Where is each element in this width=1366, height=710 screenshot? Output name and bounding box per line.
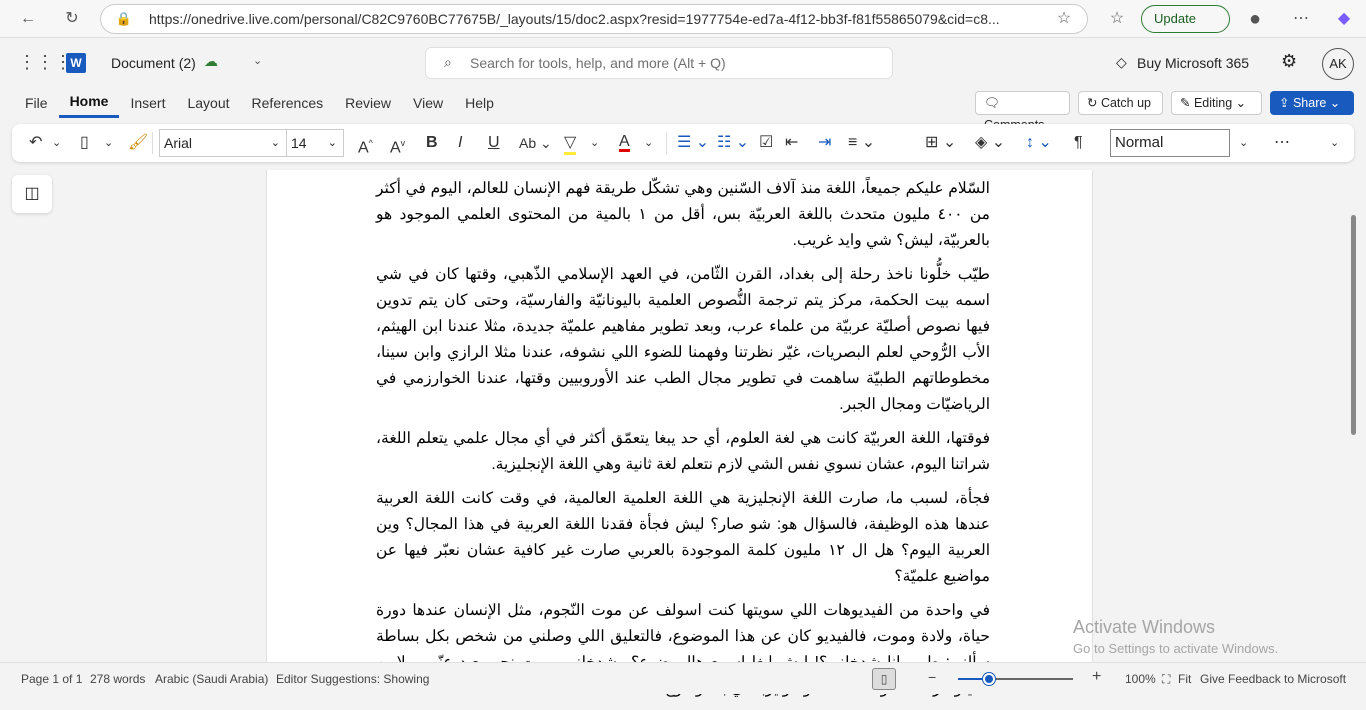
- font-size-select[interactable]: 14 ⌄: [286, 129, 344, 157]
- fit-button[interactable]: Fit: [1178, 672, 1191, 686]
- zoom-level[interactable]: 100%: [1125, 672, 1156, 686]
- panel-icon: ◫: [24, 185, 40, 202]
- lock-icon[interactable]: 🔒: [113, 8, 135, 30]
- tab-home[interactable]: Home: [58, 88, 120, 118]
- paste-clipboard-icon[interactable]: ▯: [80, 134, 89, 152]
- style-value: Normal: [1115, 134, 1164, 151]
- numbering-icon[interactable]: ☷ ⌄: [717, 134, 749, 152]
- document-title[interactable]: Document (2): [111, 55, 196, 71]
- decrease-font-size-icon[interactable]: Av: [390, 134, 405, 157]
- font-color-icon[interactable]: A: [619, 134, 630, 152]
- zoom-in-button[interactable]: +: [1092, 668, 1101, 686]
- share-label: Share: [1292, 96, 1327, 110]
- zoom-out-button[interactable]: −: [928, 669, 936, 685]
- copilot-icon[interactable]: ◆: [1333, 8, 1355, 30]
- tab-insert[interactable]: Insert: [119, 88, 176, 118]
- more-icon[interactable]: ⋯: [1290, 8, 1312, 30]
- buy-microsoft-365-link[interactable]: Buy Microsoft 365: [1137, 55, 1249, 71]
- expand-ribbon-icon[interactable]: ⌄: [1330, 134, 1339, 152]
- word-count[interactable]: 278 words: [90, 672, 145, 686]
- tab-layout[interactable]: Layout: [176, 88, 240, 118]
- paragraph[interactable]: فوقتها، اللغة العربيّة كانت هي لغة العلو…: [376, 426, 990, 478]
- document-body[interactable]: السّلام عليكم جميعاً، اللغة منذ آلاف الس…: [376, 176, 990, 710]
- editor-suggestions[interactable]: Editor Suggestions: Showing: [276, 672, 429, 686]
- undo-icon[interactable]: ↶: [29, 134, 42, 152]
- menu-tabs: File Home Insert Layout References Revie…: [14, 88, 505, 118]
- tab-help[interactable]: Help: [454, 88, 505, 118]
- catch-up-button[interactable]: ↻ Catch up: [1078, 91, 1163, 115]
- search-icon: ⌕: [444, 54, 452, 70]
- increase-indent-icon[interactable]: ⇥: [818, 134, 831, 152]
- editing-label: Editing: [1193, 96, 1233, 110]
- decrease-indent-icon[interactable]: ⇤: [785, 134, 798, 152]
- saved-cloud-icon: ☁: [204, 53, 218, 69]
- tab-view[interactable]: View: [402, 88, 454, 118]
- chevron-down-icon[interactable]: ⌄: [253, 54, 262, 67]
- more-options-icon[interactable]: ⋯: [1274, 134, 1290, 152]
- update-button[interactable]: Update: [1141, 5, 1230, 33]
- catch-up-label: Catch up: [1100, 96, 1151, 110]
- app-launcher-icon[interactable]: ⋮⋮⋮: [18, 52, 72, 73]
- search-input[interactable]: Search for tools, help, and more (Alt + …: [425, 47, 893, 79]
- underline-icon[interactable]: U: [488, 134, 500, 152]
- document-page[interactable]: السّلام عليكم جميعاً، اللغة منذ آلاف الس…: [266, 170, 1093, 697]
- home-ribbon: ↶ ⌄ ▯ ⌄ 🖌 Arial ⌄ 14 ⌄ A^ Av B I U Ab ⌄ ▽ …: [12, 124, 1354, 162]
- watermark-title: Activate Windows: [1073, 617, 1216, 637]
- style-chevron-down-icon[interactable]: ⌄: [1239, 134, 1248, 152]
- bold-icon[interactable]: B: [426, 134, 438, 152]
- style-select[interactable]: Normal: [1110, 129, 1230, 157]
- avatar[interactable]: AK: [1322, 48, 1354, 80]
- chevron-down-icon[interactable]: ⌄: [644, 134, 653, 152]
- tab-references[interactable]: References: [241, 88, 335, 118]
- font-size-value: 14: [291, 135, 307, 151]
- chevron-down-icon[interactable]: ⌄: [52, 134, 61, 152]
- zoom-slider[interactable]: [958, 673, 1073, 685]
- paragraph-settings-icon[interactable]: ¶: [1074, 134, 1083, 152]
- shading-icon[interactable]: ◈ ⌄: [975, 134, 1005, 152]
- navigation-pane-button[interactable]: ◫: [12, 175, 52, 213]
- chevron-down-icon[interactable]: ⌄: [590, 134, 599, 152]
- back-icon[interactable]: ←: [17, 8, 39, 30]
- word-logo-icon[interactable]: W: [66, 53, 86, 73]
- tab-file[interactable]: File: [14, 88, 59, 118]
- bullets-icon[interactable]: ☰ ⌄: [677, 134, 709, 152]
- paragraph[interactable]: طيّب خلُّونا ناخذ رحلة إلى بغداد، القرن …: [376, 262, 990, 418]
- share-button[interactable]: ⇪ Share ⌄: [1270, 91, 1354, 115]
- print-layout-button[interactable]: ▯: [872, 668, 896, 690]
- comments-button[interactable]: 🗨 Comments: [975, 91, 1070, 132]
- fit-icon[interactable]: ⛶: [1162, 672, 1170, 687]
- align-icon[interactable]: ≡ ⌄: [848, 134, 875, 152]
- favorite-star-icon[interactable]: ☆: [1053, 8, 1075, 30]
- font-family-value: Arial: [164, 135, 193, 151]
- give-feedback-link[interactable]: Give Feedback to Microsoft: [1200, 672, 1346, 686]
- italic-icon[interactable]: I: [458, 134, 462, 152]
- font-family-select[interactable]: Arial ⌄: [159, 129, 287, 157]
- line-spacing-icon[interactable]: ↕ ⌄: [1026, 134, 1052, 152]
- chevron-down-icon[interactable]: ⌄: [104, 134, 113, 152]
- profile-icon[interactable]: ●: [1244, 8, 1266, 30]
- increase-font-size-icon[interactable]: A^: [358, 134, 373, 157]
- format-painter-icon[interactable]: 🖌: [128, 134, 148, 152]
- status-bar: Page 1 of 1 278 words Arabic (Saudi Arab…: [0, 662, 1366, 694]
- page-count[interactable]: Page 1 of 1: [21, 672, 82, 686]
- watermark-subtitle: Go to Settings to activate Windows.: [1073, 641, 1279, 656]
- browser-toolbar: ← ↻ https://onedrive.live.com/personal/C…: [0, 0, 1366, 38]
- address-bar[interactable]: https://onedrive.live.com/personal/C82C9…: [100, 4, 1088, 34]
- activate-windows-watermark: Activate Windows Go to Settings to activ…: [1073, 617, 1278, 656]
- paragraph[interactable]: السّلام عليكم جميعاً، اللغة منذ آلاف الس…: [376, 176, 990, 254]
- settings-gear-icon[interactable]: ⚙: [1281, 51, 1297, 72]
- favorites-icon[interactable]: ☆: [1106, 8, 1128, 30]
- highlight-icon[interactable]: ▽: [564, 134, 577, 155]
- editing-mode-button[interactable]: ✎ Editing ⌄: [1171, 91, 1262, 115]
- tab-review[interactable]: Review: [334, 88, 402, 118]
- diamond-icon: ◇: [1116, 54, 1127, 70]
- paragraph[interactable]: فجأة، لسبب ما، صارت اللغة الإنجليزية هي …: [376, 486, 990, 590]
- checklist-icon[interactable]: ☑: [759, 134, 773, 152]
- zoom-slider-thumb[interactable]: [982, 673, 995, 685]
- refresh-icon[interactable]: ↻: [61, 8, 83, 30]
- change-case-icon[interactable]: Ab ⌄: [519, 134, 552, 152]
- vertical-scrollbar[interactable]: [1351, 215, 1356, 435]
- borders-icon[interactable]: ⊞ ⌄: [925, 134, 956, 152]
- language[interactable]: Arabic (Saudi Arabia): [155, 672, 268, 686]
